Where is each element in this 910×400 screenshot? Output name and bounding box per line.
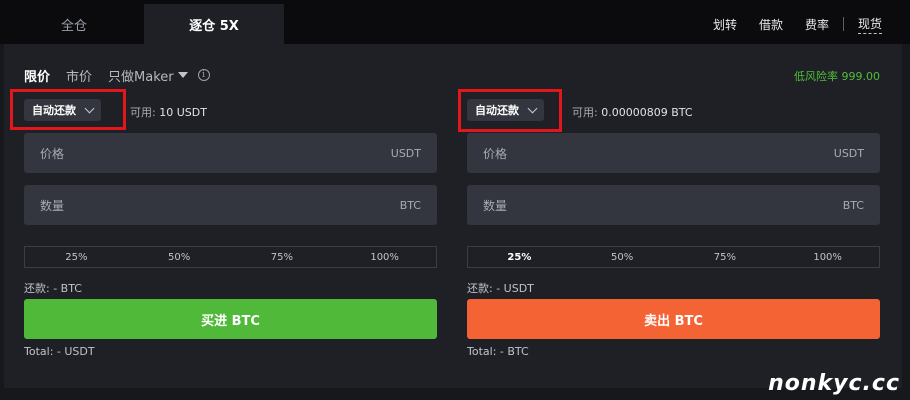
price-placeholder: 价格 bbox=[483, 146, 508, 161]
sell-price-input[interactable]: 价格 USDT bbox=[467, 133, 880, 173]
percent-100-button[interactable]: 100% bbox=[333, 252, 436, 263]
sell-repay-amount: 还款: - USDT bbox=[467, 282, 534, 295]
top-links: 划转 借款 费率 现货 bbox=[691, 4, 882, 44]
quantity-placeholder: 数量 bbox=[483, 198, 508, 213]
caret-down-icon bbox=[177, 72, 188, 78]
buy-total: Total: - USDT bbox=[24, 345, 95, 358]
buy-repay-amount: 还款: - BTC bbox=[24, 282, 82, 295]
transfer-link[interactable]: 划转 bbox=[713, 16, 737, 33]
price-unit: USDT bbox=[390, 146, 421, 160]
available-value: 0.00000809 BTC bbox=[601, 106, 693, 119]
order-type-limit[interactable]: 限价 bbox=[24, 66, 50, 85]
order-type-market[interactable]: 市价 bbox=[66, 66, 92, 85]
percent-50-button[interactable]: 50% bbox=[128, 252, 231, 263]
sell-btc-button[interactable]: 卖出 BTC bbox=[467, 299, 880, 339]
available-label: 可用: bbox=[130, 106, 156, 119]
percent-25-button[interactable]: 25% bbox=[25, 252, 128, 263]
available-value: 10 USDT bbox=[159, 106, 207, 119]
quantity-unit: BTC bbox=[842, 198, 864, 212]
buy-btc-button[interactable]: 买进 BTC bbox=[24, 299, 437, 339]
risk-rate: 低风险率 999.00 bbox=[794, 70, 880, 83]
borrow-link[interactable]: 借款 bbox=[759, 16, 783, 33]
highlight-box bbox=[458, 89, 562, 132]
percent-50-button[interactable]: 50% bbox=[571, 252, 674, 263]
sell-percent-selector: 25% 50% 75% 100% bbox=[467, 246, 880, 268]
fee-rate-link[interactable]: 费率 bbox=[805, 16, 829, 33]
top-bar: 全仓 逐仓 5X 划转 借款 费率 现货 bbox=[0, 0, 910, 44]
maker-only-label: 只做Maker bbox=[108, 69, 174, 85]
quantity-unit: BTC bbox=[399, 198, 421, 212]
info-icon[interactable]: i bbox=[197, 69, 210, 81]
highlight-box bbox=[10, 89, 126, 130]
quantity-placeholder: 数量 bbox=[40, 198, 65, 213]
percent-100-button[interactable]: 100% bbox=[776, 252, 879, 263]
maker-only-dropdown[interactable]: 只做Maker bbox=[108, 66, 188, 85]
buy-percent-selector: 25% 50% 75% 100% bbox=[24, 246, 437, 268]
buy-quantity-input[interactable]: 数量 BTC bbox=[24, 185, 437, 225]
sell-available: 可用: 0.00000809 BTC bbox=[572, 104, 693, 120]
sell-total: Total: - BTC bbox=[467, 345, 529, 358]
available-label: 可用: bbox=[572, 106, 598, 119]
buy-price-input[interactable]: 价格 USDT bbox=[24, 133, 437, 173]
watermark: nonkyc.cc bbox=[768, 371, 900, 396]
buy-available: 可用: 10 USDT bbox=[130, 104, 207, 120]
order-type-selector: 限价 市价 只做Maker i bbox=[24, 66, 210, 85]
sell-quantity-input[interactable]: 数量 BTC bbox=[467, 185, 880, 225]
percent-75-button[interactable]: 75% bbox=[231, 252, 334, 263]
tab-isolated-margin[interactable]: 逐仓 5X bbox=[144, 4, 284, 44]
percent-75-button[interactable]: 75% bbox=[674, 252, 777, 263]
percent-25-button[interactable]: 25% bbox=[468, 252, 571, 263]
tab-cross-margin[interactable]: 全仓 bbox=[4, 4, 144, 44]
price-placeholder: 价格 bbox=[40, 146, 65, 161]
spot-link[interactable]: 现货 bbox=[857, 15, 882, 34]
divider bbox=[842, 17, 844, 31]
price-unit: USDT bbox=[833, 146, 864, 160]
